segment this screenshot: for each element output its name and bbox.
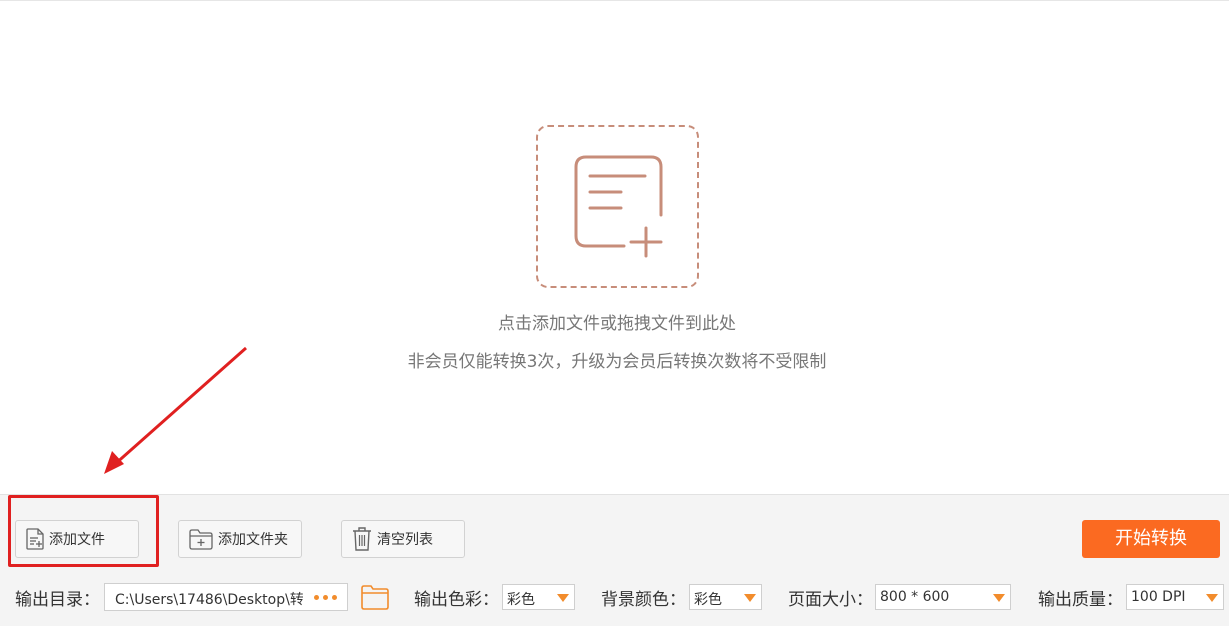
folder-add-icon [189,529,213,550]
output-color-select[interactable]: 彩色 [502,584,575,610]
membership-limit-notice: 非会员仅能转换3次，升级为会员后转换次数将不受限制 [407,352,827,372]
trash-icon [353,527,371,551]
quality-label: 输出质量： [1038,590,1123,610]
more-dots-icon [322,594,328,600]
add-folder-button[interactable]: 添加文件夹 [178,520,302,558]
browse-dir-button[interactable] [303,584,347,610]
clear-list-button[interactable]: 清空列表 [341,520,465,558]
quality-value: 100 DPI [1131,589,1186,605]
quality-select[interactable]: 100 DPI [1126,584,1224,610]
page-size-label: 页面大小： [788,590,873,610]
page-size-value: 800 * 600 [880,589,950,605]
more-dots-icon [331,594,337,600]
chevron-down-icon [1206,594,1218,602]
more-dots-icon [313,594,319,600]
start-convert-button[interactable]: 开始转换 [1082,520,1220,558]
file-drop-zone[interactable]: 点击添加文件或拖拽文件到此处 非会员仅能转换3次，升级为会员后转换次数将不受限制 [0,1,1229,494]
add-file-drop-box[interactable] [536,125,699,288]
output-color-value: 彩色 [507,592,535,608]
add-folder-label: 添加文件夹 [218,532,288,548]
output-dir-field[interactable]: C:\Users\17486\Desktop\转 [104,583,348,611]
open-folder-button[interactable] [360,582,390,612]
page-size-select[interactable]: 800 * 600 [875,584,1011,610]
clear-list-label: 清空列表 [377,532,433,548]
output-dir-label: 输出目录： [15,590,100,610]
chevron-down-icon [744,594,756,602]
add-document-icon [574,155,663,258]
output-dir-path: C:\Users\17486\Desktop\转 [115,592,304,608]
add-file-label: 添加文件 [49,532,105,548]
chevron-down-icon [557,594,569,602]
output-color-label: 输出色彩： [414,590,499,610]
bg-color-value: 彩色 [694,592,722,608]
chevron-down-icon [993,594,1005,602]
file-add-icon [26,528,44,550]
bg-color-select[interactable]: 彩色 [689,584,762,610]
drop-hint-text: 点击添加文件或拖拽文件到此处 [498,314,736,334]
add-file-button[interactable]: 添加文件 [15,520,139,558]
bg-color-label: 背景颜色： [601,590,686,610]
folder-icon [361,585,389,610]
